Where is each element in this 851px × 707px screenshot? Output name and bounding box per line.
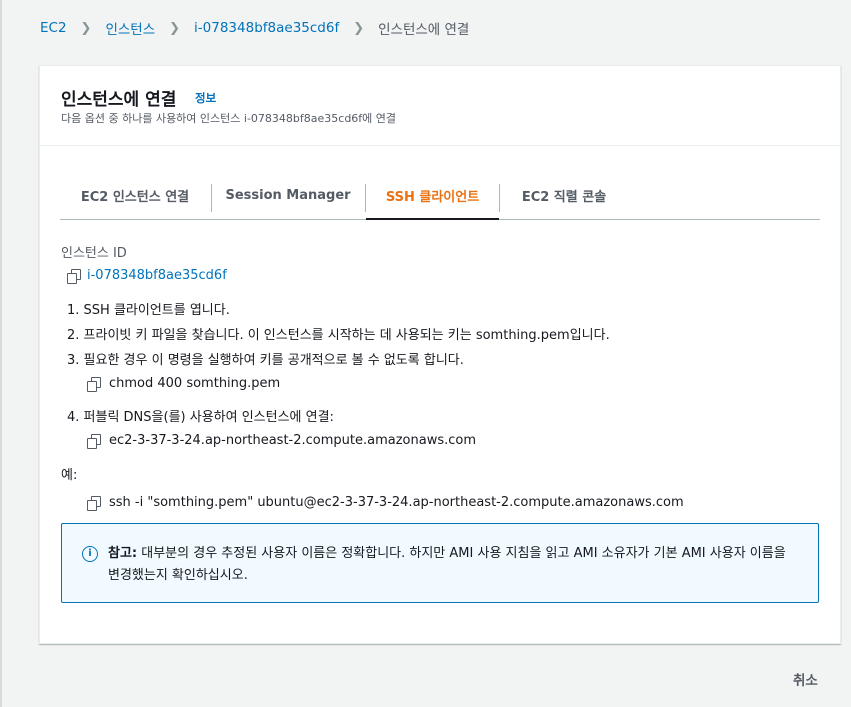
ssh-command-text: ssh -i "somthing.pem" ubuntu@ec2-3-37-3-… [109, 495, 684, 510]
tab-session-manager[interactable]: Session Manager [212, 172, 364, 219]
breadcrumb-instances[interactable]: 인스턴스 [105, 18, 155, 38]
breadcrumb-instance-id[interactable]: i-078348bf8ae35cd6f [194, 20, 339, 36]
instance-id-row: i-078348bf8ae35cd6f [67, 268, 227, 284]
copy-icon[interactable] [87, 433, 101, 449]
info-icon: i [82, 546, 98, 562]
ssh-command: ssh -i "somthing.pem" ubuntu@ec2-3-37-3-… [87, 495, 684, 511]
connect-tabs: EC2 인스턴스 연결 Session Manager SSH 클라이언트 EC… [60, 172, 820, 220]
page-description: 다음 옵션 중 하나를 사용하여 인스턴스 i-078348bf8ae35cd6… [61, 112, 397, 125]
page-title: 인스턴스에 연결 [61, 90, 177, 110]
public-dns-text: ec2-3-37-3-24.ap-northeast-2.compute.ama… [109, 433, 477, 448]
alert-prefix: 참고: [108, 546, 138, 561]
tab-ssh-client[interactable]: SSH 클라이언트 [366, 172, 499, 220]
tab-ec2-instance-connect[interactable]: EC2 인스턴스 연결 [60, 172, 210, 219]
connect-panel: 인스턴스에 연결 정보 다음 옵션 중 하나를 사용하여 인스턴스 i-0783… [39, 65, 841, 644]
step-3: 3. 필요한 경우 이 명령을 실행하여 키를 공개적으로 볼 수 없도록 합니… [67, 353, 464, 368]
example-label: 예: [61, 468, 78, 483]
chevron-right-icon: ❯ [80, 20, 92, 36]
info-alert: i 참고: 대부분의 경우 추정된 사용자 이름은 정확합니다. 하지만 AMI… [61, 523, 819, 603]
breadcrumb: EC2 ❯ 인스턴스 ❯ i-078348bf8ae35cd6f ❯ 인스턴스에… [40, 18, 469, 38]
chmod-command-text: chmod 400 somthing.pem [109, 376, 281, 391]
instance-id-label: 인스턴스 ID [61, 246, 127, 261]
step-4: 4. 퍼블릭 DNS을(를) 사용하여 인스턴스에 연결: [67, 410, 334, 425]
left-edge-border [0, 0, 2, 707]
copy-icon[interactable] [87, 495, 101, 511]
step-1: 1. SSH 클라이언트를 엽니다. [67, 303, 230, 318]
breadcrumb-ec2[interactable]: EC2 [40, 20, 67, 36]
alert-text: 참고: 대부분의 경우 추정된 사용자 이름은 정확합니다. 하지만 AMI 사… [108, 543, 798, 587]
public-dns-command: ec2-3-37-3-24.ap-northeast-2.compute.ama… [87, 433, 477, 449]
copy-icon[interactable] [67, 268, 81, 284]
step-2: 2. 프라이빗 키 파일을 찾습니다. 이 인스턴스를 시작하는 데 사용되는 … [67, 328, 610, 343]
breadcrumb-current: 인스턴스에 연결 [378, 22, 470, 38]
chmod-command: chmod 400 somthing.pem [87, 376, 281, 392]
instance-id-link[interactable]: i-078348bf8ae35cd6f [87, 268, 227, 283]
copy-icon[interactable] [87, 376, 101, 392]
cancel-button[interactable]: 취소 [793, 669, 818, 689]
panel-header: 인스턴스에 연결 정보 다음 옵션 중 하나를 사용하여 인스턴스 i-0783… [40, 66, 840, 146]
tab-ec2-serial-console[interactable]: EC2 직렬 콘솔 [500, 172, 628, 219]
chevron-right-icon: ❯ [169, 20, 181, 36]
alert-body: 대부분의 경우 추정된 사용자 이름은 정확합니다. 하지만 AMI 사용 지침… [108, 546, 786, 583]
info-link[interactable]: 정보 [195, 90, 216, 106]
chevron-right-icon: ❯ [353, 20, 365, 36]
